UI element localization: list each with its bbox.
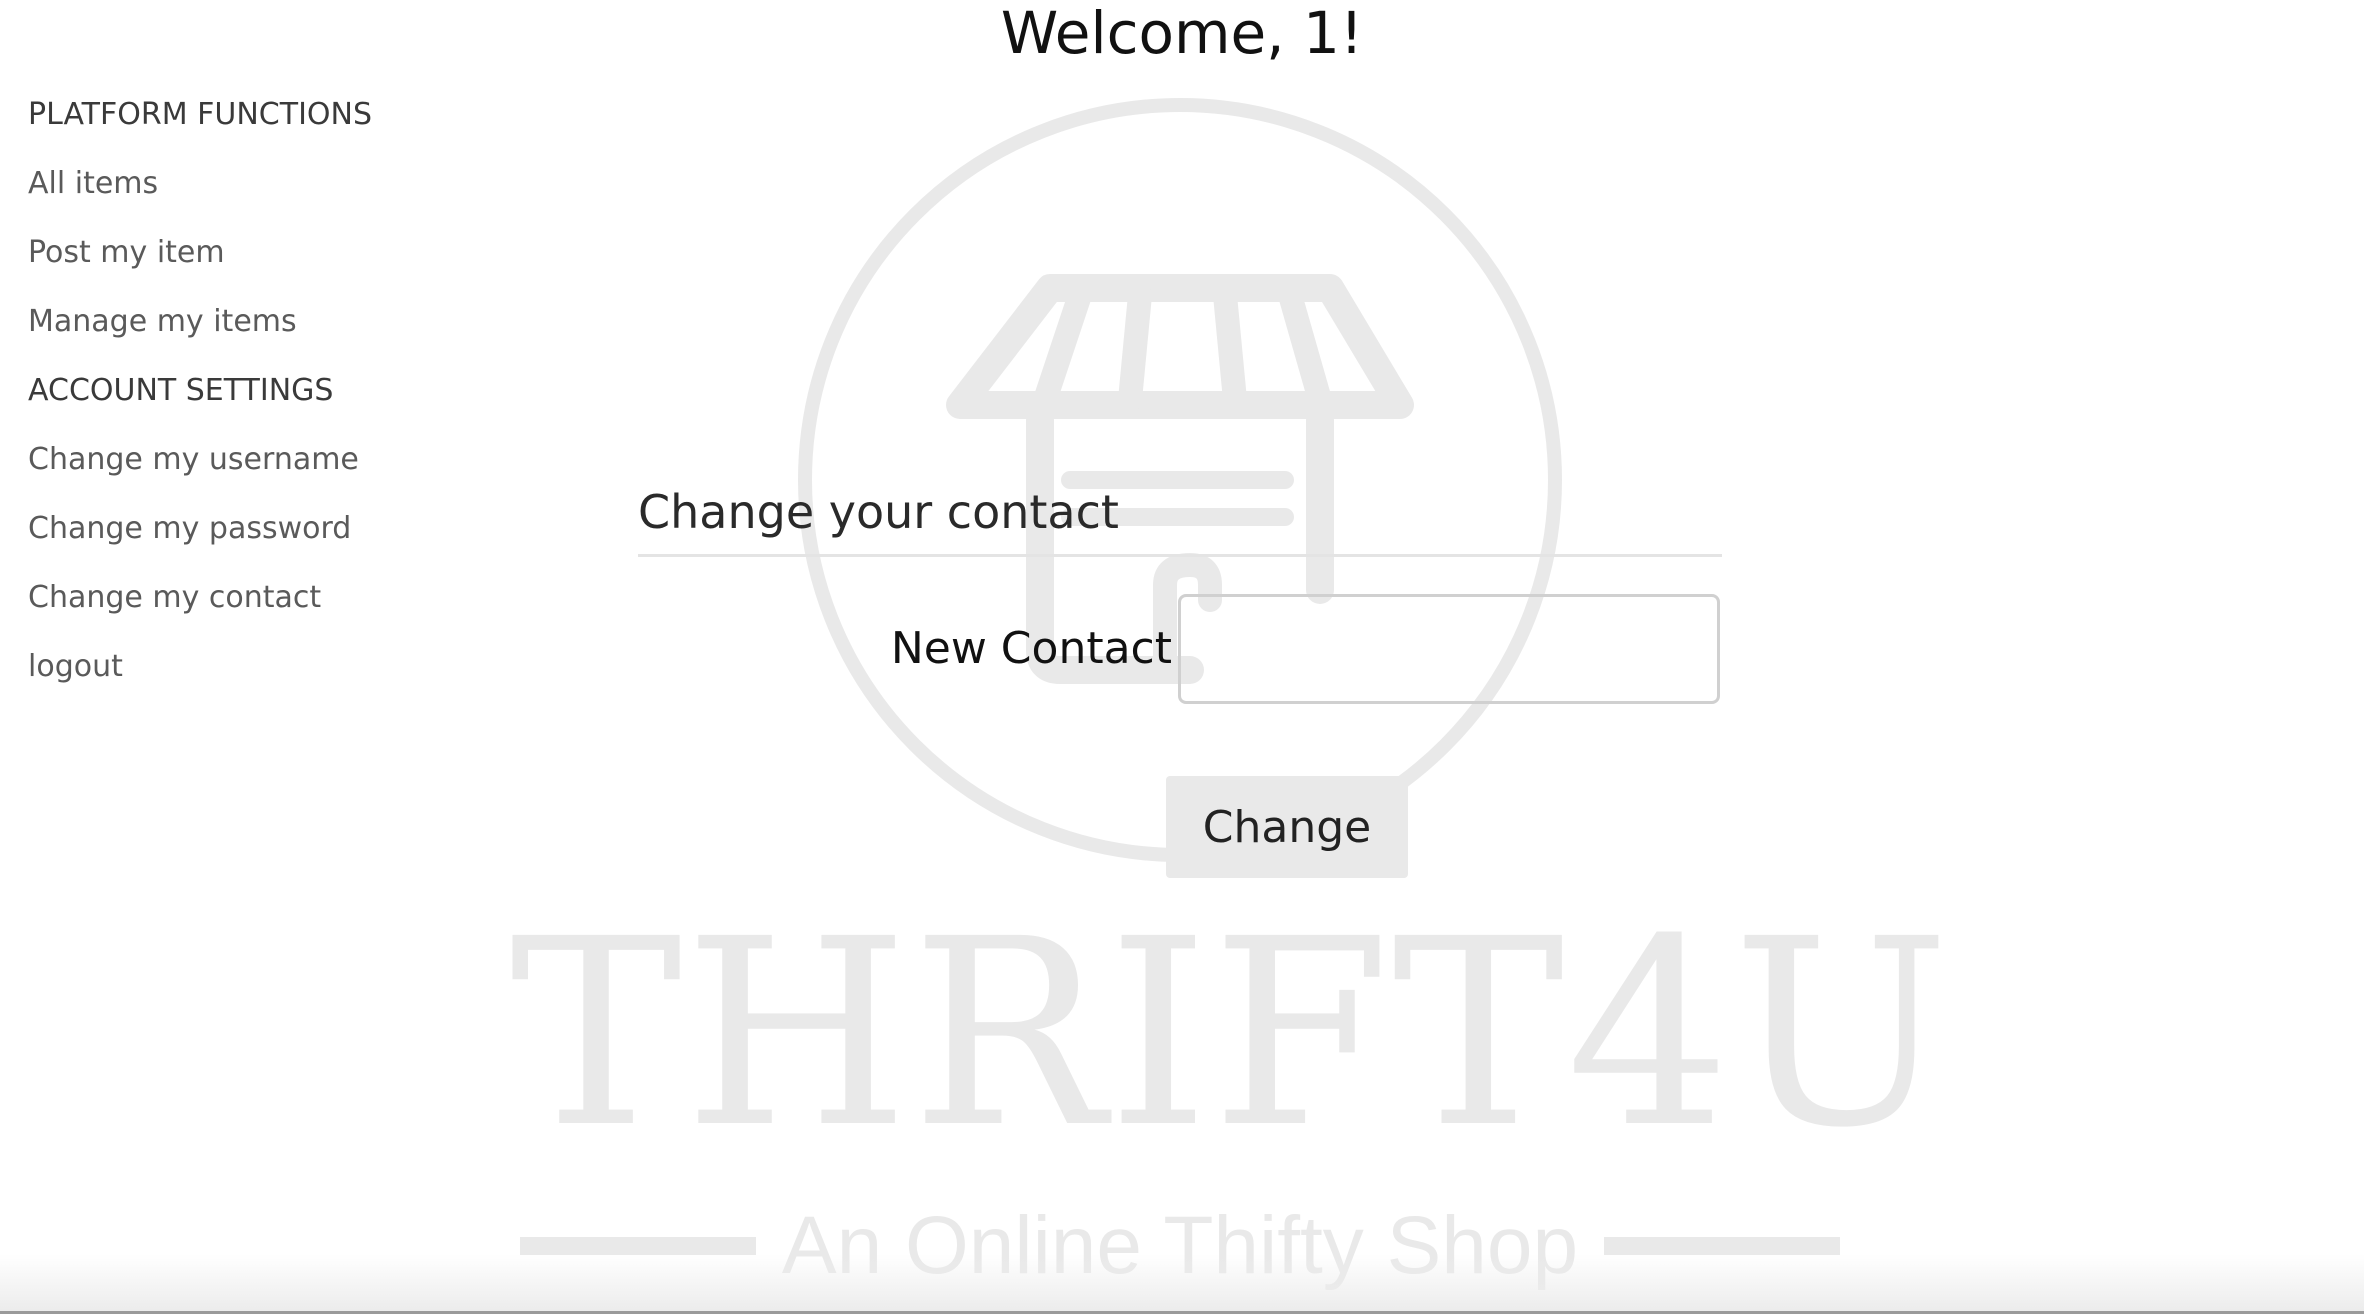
- watermark-rule-right: [1604, 1237, 1840, 1255]
- change-button[interactable]: Change: [1166, 776, 1408, 878]
- new-contact-input[interactable]: [1178, 594, 1720, 704]
- new-contact-row: New Contact: [638, 594, 1722, 704]
- watermark-brand: THRIFT4U: [510, 884, 1952, 1184]
- page-title: Welcome, 1!: [1000, 0, 1364, 67]
- sidebar-item-change-contact[interactable]: Change my contact: [28, 563, 508, 632]
- sidebar-item-all-items[interactable]: All items: [28, 149, 508, 218]
- form-title: Change your contact: [638, 480, 1722, 557]
- sidebar-item-change-username[interactable]: Change my username: [28, 425, 508, 494]
- sidebar-heading-platform-functions: PLATFORM FUNCTIONS: [28, 97, 373, 132]
- sidebar-item-manage-my-items[interactable]: Manage my items: [28, 287, 508, 356]
- sidebar-item-logout[interactable]: logout: [28, 632, 508, 701]
- window-bottom-edge: [0, 1254, 2364, 1314]
- sidebar-item-post-my-item[interactable]: Post my item: [28, 218, 508, 287]
- watermark-rule-left: [520, 1237, 756, 1255]
- sidebar: PLATFORM FUNCTIONS All items Post my ite…: [28, 80, 508, 701]
- sidebar-item-change-password[interactable]: Change my password: [28, 494, 508, 563]
- change-contact-form: Change your contact New Contact Change: [638, 480, 1722, 878]
- new-contact-label: New Contact: [890, 623, 1172, 674]
- sidebar-heading-account-settings: ACCOUNT SETTINGS: [28, 373, 334, 408]
